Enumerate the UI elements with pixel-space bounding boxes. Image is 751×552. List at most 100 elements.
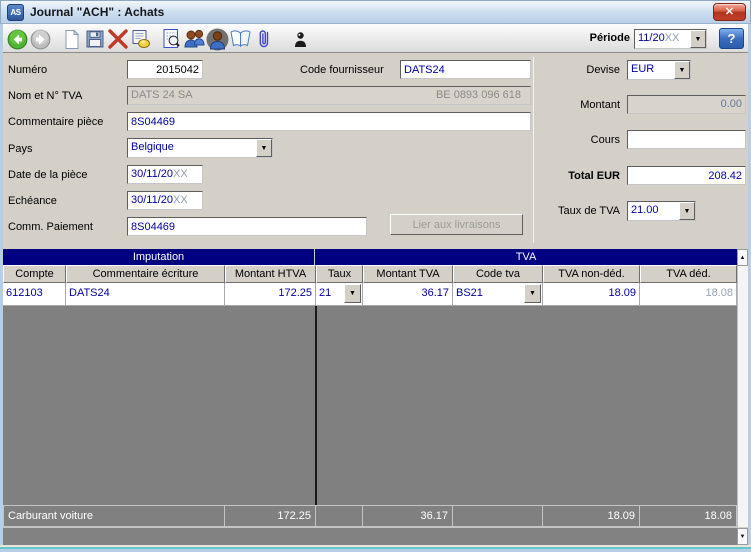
echeance-value: 30/11/20 — [131, 194, 173, 206]
numero-input[interactable] — [127, 60, 203, 79]
grid-section-divider — [315, 306, 317, 505]
periode-dropdown-icon[interactable]: ▼ — [690, 30, 706, 48]
code-fournisseur-label: Code fournisseur — [300, 64, 384, 76]
summary-taux-empty — [316, 505, 363, 527]
cell-tva-ded: 18.08 — [640, 283, 737, 306]
echeance-value-suffix: XX — [173, 194, 188, 206]
close-icon[interactable]: ✕ — [713, 3, 746, 21]
user-icon[interactable] — [289, 28, 312, 51]
book-icon[interactable] — [229, 28, 252, 51]
grid-body[interactable] — [3, 306, 737, 505]
preview-icon[interactable] — [160, 28, 183, 51]
total-eur-input[interactable] — [627, 166, 746, 185]
col-montant-htva: Montant HTVA — [225, 265, 316, 283]
bottom-band — [3, 527, 737, 545]
col-commentaire: Commentaire écriture — [66, 265, 225, 283]
pays-label: Pays — [8, 143, 32, 155]
delete-icon[interactable] — [106, 28, 129, 51]
back-icon[interactable] — [6, 28, 29, 51]
col-tva-ded: TVA déd. — [640, 265, 737, 283]
commentaire-piece-input[interactable] — [127, 112, 531, 131]
scrollbar-track[interactable] — [737, 266, 748, 527]
summary-montant-tva: 36.17 — [363, 505, 453, 527]
cell-montant-htva[interactable]: 172.25 — [225, 283, 316, 306]
forward-icon[interactable] — [29, 28, 52, 51]
date-piece-input[interactable]: 30/11/20XX — [127, 165, 203, 184]
fournisseur-name: DATS 24 SA — [131, 89, 193, 102]
taux-cell-dropdown-icon[interactable]: ▼ — [344, 284, 361, 303]
nom-tva-label: Nom et N° TVA — [8, 90, 82, 102]
group-imputation: Imputation — [3, 249, 315, 265]
cell-tva-non-ded[interactable]: 18.09 — [543, 283, 640, 306]
help-button[interactable]: ? — [719, 28, 744, 49]
stamp-icon[interactable] — [129, 28, 152, 51]
title-bar[interactable]: AS Journal "ACH" : Achats — [0, 0, 751, 24]
cell-taux-value: 21 — [319, 287, 331, 299]
window-border-left — [0, 24, 3, 552]
cell-compte[interactable]: 612103 — [3, 283, 66, 306]
attachment-icon[interactable] — [252, 28, 275, 51]
col-compte: Compte — [3, 265, 66, 283]
comm-paiement-input[interactable] — [127, 217, 367, 236]
app-icon: AS — [7, 4, 24, 21]
periode-select[interactable]: 11/20XX ▼ — [634, 29, 707, 49]
date-piece-value-suffix: XX — [173, 168, 188, 180]
taux-tva-dropdown-icon[interactable]: ▼ — [679, 202, 695, 220]
lier-livraisons-button[interactable]: Lier aux livraisons — [390, 214, 523, 235]
journal-window: AS Journal "ACH" : Achats ✕ — [0, 0, 751, 552]
scroll-down-icon[interactable]: ▼ — [737, 528, 748, 545]
montant-label: Montant — [540, 99, 620, 111]
devise-label: Devise — [540, 64, 620, 76]
form-divider — [533, 57, 534, 243]
summary-row: Carburant voiture 172.25 36.17 18.09 18.… — [3, 505, 737, 527]
date-piece-label: Date de la pièce — [8, 169, 88, 181]
col-montant-tva: Montant TVA — [363, 265, 453, 283]
numero-label: Numéro — [8, 64, 47, 76]
montant-field: 0.00 — [627, 95, 746, 114]
date-piece-value: 30/11/20 — [131, 168, 173, 180]
new-document-icon[interactable] — [60, 28, 83, 51]
code-fournisseur-input[interactable] — [400, 60, 531, 79]
comm-paiement-label: Comm. Paiement — [8, 221, 93, 233]
cell-taux[interactable]: 21 ▼ — [316, 283, 363, 306]
devise-select[interactable]: EUR ▼ — [627, 60, 691, 80]
summary-label: Carburant voiture — [3, 505, 225, 527]
pays-select[interactable]: Belgique ▼ — [127, 138, 273, 158]
window-title: Journal "ACH" : Achats — [30, 5, 164, 19]
pays-value: Belgique — [128, 139, 256, 157]
contact-icon[interactable] — [206, 28, 229, 51]
save-icon[interactable] — [83, 28, 106, 51]
periode-label: Période — [578, 32, 630, 44]
col-tva-non-ded: TVA non-déd. — [543, 265, 640, 283]
taux-tva-value: 21.00 — [628, 202, 679, 220]
total-eur-label: Total EUR — [540, 170, 620, 182]
devise-value: EUR — [628, 61, 674, 79]
taux-tva-label: Taux de TVA — [540, 205, 620, 217]
summary-code-empty — [453, 505, 543, 527]
devise-dropdown-icon[interactable]: ▼ — [674, 61, 690, 79]
summary-tva-ded: 18.08 — [640, 505, 737, 527]
col-taux: Taux — [316, 265, 363, 283]
toolbar: Période 11/20XX ▼ ? — [0, 24, 751, 53]
fournisseur-vat-number: BE 0893 096 618 — [436, 89, 527, 102]
taux-tva-select[interactable]: 21.00 ▼ — [627, 201, 696, 221]
summary-tva-non-ded: 18.09 — [543, 505, 640, 527]
cell-code-tva-value: BS21 — [456, 287, 483, 299]
cours-input[interactable] — [627, 130, 746, 149]
echeance-label: Echéance — [8, 195, 57, 207]
periode-value: 11/20 — [638, 32, 665, 44]
echeance-input[interactable]: 30/11/20XX — [127, 191, 203, 210]
code-tva-cell-dropdown-icon[interactable]: ▼ — [524, 284, 541, 303]
pays-dropdown-icon[interactable]: ▼ — [256, 139, 272, 157]
cell-code-tva[interactable]: BS21 ▼ — [453, 283, 543, 306]
col-code-tva: Code tva — [453, 265, 543, 283]
contacts-icon[interactable] — [183, 28, 206, 51]
group-tva: TVA — [315, 249, 737, 265]
cell-montant-tva[interactable]: 36.17 — [363, 283, 453, 306]
nom-tva-field: DATS 24 SA BE 0893 096 618 — [127, 86, 531, 105]
scroll-up-icon[interactable]: ▲ — [737, 249, 748, 266]
cours-label: Cours — [540, 134, 620, 146]
cell-commentaire[interactable]: DATS24 — [66, 283, 225, 306]
table-row: 612103 DATS24 172.25 21 ▼ 36.17 BS21 ▼ 1… — [3, 283, 737, 306]
periode-value-suffix: XX — [665, 32, 680, 44]
